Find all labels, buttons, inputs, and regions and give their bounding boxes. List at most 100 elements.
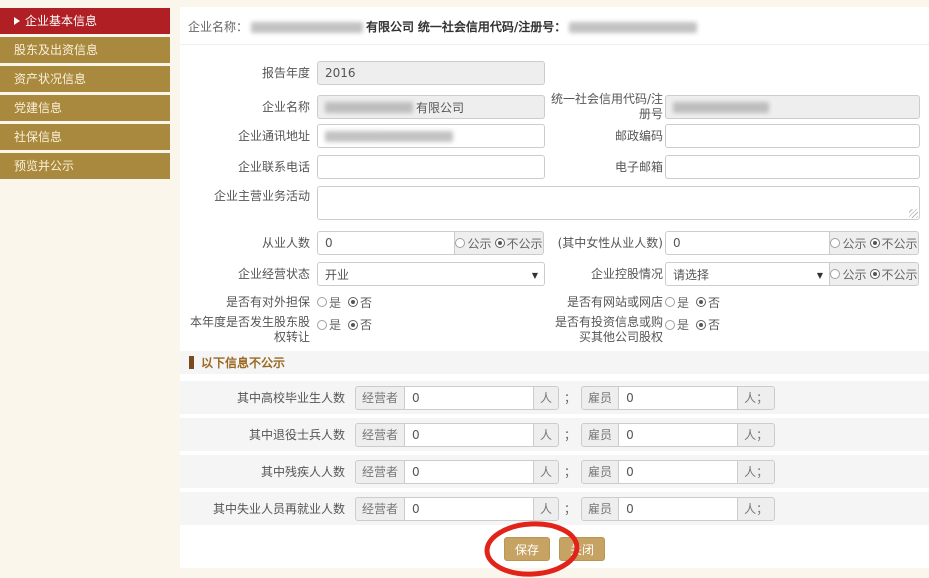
unit-addon: 人 [533,460,559,484]
reemployed-employee-input[interactable] [618,497,738,521]
employee-count-publicity-addon: 公示 不公示 [454,231,544,255]
address-label: 企业通讯地址 [180,129,310,144]
no-publish-radio[interactable] [870,269,880,279]
postcode-label: 邮政编码 [545,129,663,144]
operator-addon: 经营者 [355,497,405,521]
disabled-operator-input[interactable] [404,460,534,484]
save-button[interactable]: 保存 [504,537,550,561]
yes-radio[interactable] [317,297,327,307]
yes-radio[interactable] [665,297,675,307]
private-section-header: 以下信息不公示 [180,351,929,374]
no-radio[interactable] [348,320,358,330]
graduates-operator-input[interactable] [404,386,534,410]
no-publish-radio[interactable] [870,238,880,248]
separator: ； [564,389,576,406]
credit-code-label: 统一社会信用代码/注册号： [418,20,566,34]
yes-radio-label: 是 [329,316,341,333]
reemployed-operator-input[interactable] [404,497,534,521]
sidebar-item-assets[interactable]: 资产状况信息 [0,66,170,92]
phone-input[interactable] [317,155,545,179]
disabled-persons-row: 其中残疾人人数 经营者人 ； 雇员人； [180,455,929,488]
sidebar-item-basic-info[interactable]: 企业基本信息 [0,8,170,34]
publish-radio[interactable] [830,238,840,248]
company-name-input[interactable]: 有限公司 [317,95,545,119]
separator: ； [564,463,576,480]
guarantee-label: 是否有对外担保 [180,295,310,310]
main-panel: 企业名称：有限公司 统一社会信用代码/注册号： 报告年度 企业名称 有限公司 统… [180,7,929,568]
reemployed-label: 其中失业人员再就业人数 [180,500,345,517]
publish-radio-label: 公示 [842,235,866,252]
veterans-operator-input[interactable] [404,423,534,447]
section-marker-icon [189,356,194,369]
graduates-label: 其中高校毕业生人数 [180,389,345,406]
yes-radio[interactable] [317,320,327,330]
employee-count-label: 从业人数 [180,236,310,251]
no-radio-label: 否 [360,316,372,333]
basic-info-form: 报告年度 企业名称 有限公司 统一社会信用代码/注册号 企业通讯地址 邮政编码 … [180,45,929,561]
chevron-down-icon: ▼ [817,271,823,280]
credit-code-input[interactable] [665,95,920,119]
postcode-input[interactable] [665,124,920,148]
operating-status-row: 企业经营状态 开业 ▼ 企业控股情况 请选择 ▼ 公示 不公示 [180,261,929,287]
company-name-field-label: 企业名称 [180,100,310,115]
report-year-input[interactable] [317,61,545,85]
close-button[interactable]: 关闭 [559,537,605,561]
resize-grip-icon[interactable] [909,209,918,218]
email-input[interactable] [665,155,920,179]
unit-addon: 人 [533,423,559,447]
company-header: 企业名称：有限公司 统一社会信用代码/注册号： [180,7,929,45]
sidebar-item-social-security[interactable]: 社保信息 [0,124,170,150]
report-year-label: 报告年度 [180,66,310,81]
no-radio[interactable] [696,297,706,307]
company-name-suffix: 有限公司 [416,99,464,116]
sidebar-item-label: 党建信息 [14,101,62,115]
employee-count-input[interactable] [317,231,455,255]
operating-status-value: 开业 [325,266,349,283]
phone-label: 企业联系电话 [180,160,310,175]
separator: ； [564,500,576,517]
operator-addon: 经营者 [355,423,405,447]
redacted-credit-code [673,102,769,113]
holding-label: 企业控股情况 [545,267,663,282]
disabled-employee-input[interactable] [618,460,738,484]
sidebar-item-preview-publish[interactable]: 预览并公示 [0,153,170,179]
female-count-input[interactable] [665,231,830,255]
no-publish-radio[interactable] [495,238,505,248]
publish-radio[interactable] [830,269,840,279]
address-row: 企业通讯地址 邮政编码 [180,124,929,148]
publish-radio-label: 公示 [467,235,491,252]
operating-status-select[interactable]: 开业 ▼ [317,262,545,286]
form-actions: 保存 关闭 [180,537,929,561]
no-radio[interactable] [348,297,358,307]
no-publish-radio-label: 不公示 [882,266,918,283]
sidebar: 企业基本信息 股东及出资信息 资产状况信息 党建信息 社保信息 预览并公示 [0,8,170,182]
main-business-textarea[interactable] [317,186,920,220]
employee-count-row: 从业人数 公示 不公示 (其中女性从业人数) 公示 不公示 [180,230,929,256]
holding-select[interactable]: 请选择 ▼ [665,262,830,286]
veterans-employee-input[interactable] [618,423,738,447]
redacted-company-name [251,22,363,33]
unit-end-addon: 人； [737,423,775,447]
website-label: 是否有网站或网店 [545,295,663,310]
investment-label: 是否有投资信息或购买其他公司股权 [545,315,663,345]
yes-radio-label: 是 [677,294,689,311]
publish-radio[interactable] [455,238,465,248]
main-business-label: 企业主营业务活动 [180,189,310,204]
sidebar-item-party-building[interactable]: 党建信息 [0,95,170,121]
guarantee-row: 是否有对外担保 是 否 是否有网站或网店 是 否 [180,293,929,311]
employee-addon: 雇员 [581,386,619,410]
no-radio-label: 否 [708,316,720,333]
sidebar-item-shareholders[interactable]: 股东及出资信息 [0,37,170,63]
credit-code-field-label: 统一社会信用代码/注册号 [545,92,663,122]
no-publish-radio-label: 不公示 [507,235,543,252]
no-radio[interactable] [696,320,706,330]
yes-radio[interactable] [665,320,675,330]
equity-transfer-row: 本年度是否发生股东股权转让 是 否 是否有投资信息或购买其他公司股权 是 否 [180,315,929,345]
sidebar-item-label: 股东及出资信息 [14,43,98,57]
holding-value: 请选择 [673,266,709,283]
graduates-employee-input[interactable] [618,386,738,410]
phone-row: 企业联系电话 电子邮箱 [180,155,929,179]
main-business-row: 企业主营业务活动 [180,186,929,220]
yes-radio-label: 是 [329,294,341,311]
address-input[interactable] [317,124,545,148]
